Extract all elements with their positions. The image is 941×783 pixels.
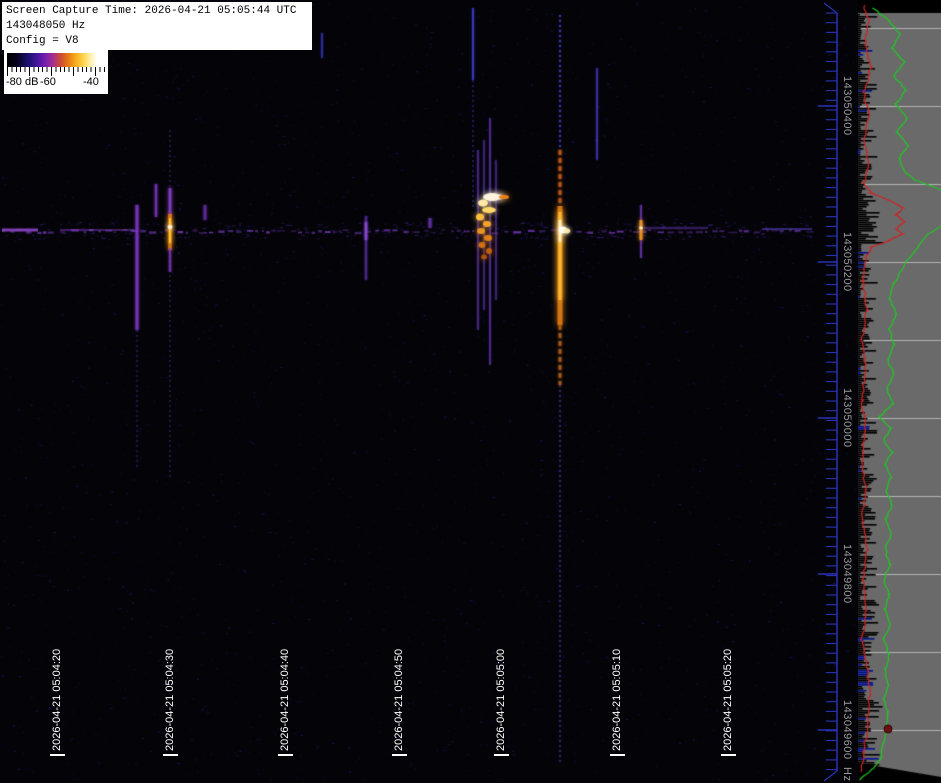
color-scale-legend: -80 dB -60 -40 — [4, 50, 108, 94]
freq-axis-label: 143050200 — [841, 232, 853, 292]
time-axis-tick — [610, 754, 625, 756]
time-axis-tick — [163, 754, 178, 756]
time-axis-label: 2026-04-21 05:05:00 — [495, 648, 507, 751]
freq-axis-label: 143050400 — [841, 76, 853, 136]
time-axis-label: 2026-04-21 05:05:10 — [611, 648, 623, 751]
db-label-min: -80 dB — [6, 76, 39, 88]
time-axis-label: 2026-04-21 05:05:20 — [722, 648, 734, 751]
freq-axis-label: 143050000 — [841, 388, 853, 448]
time-axis-tick — [50, 754, 65, 756]
spectrum-panel-canvas — [858, 0, 941, 783]
time-axis-label: 2026-04-21 05:04:20 — [51, 648, 63, 751]
color-gradient-bar — [7, 53, 105, 67]
capture-time-text: Screen Capture Time: 2026-04-21 05:05:44… — [6, 5, 297, 17]
time-axis-label: 2026-04-21 05:04:30 — [164, 648, 176, 751]
capture-info-box: Screen Capture Time: 2026-04-21 05:05:44… — [2, 2, 312, 50]
db-label-max: -40 — [83, 76, 99, 88]
freq-axis-unit: Hz — [841, 766, 853, 782]
time-axis-tick — [494, 754, 509, 756]
time-axis-tick — [721, 754, 736, 756]
time-axis-tick — [392, 754, 407, 756]
capture-config-text: Config = V8 — [6, 35, 79, 47]
color-scale-ruler — [7, 67, 105, 76]
time-axis-label: 2026-04-21 05:04:40 — [279, 648, 291, 751]
time-axis-tick — [278, 754, 293, 756]
time-axis-label: 2026-04-21 05:04:50 — [393, 648, 405, 751]
db-label-mid: -60 — [40, 76, 56, 88]
capture-frequency-text: 143048050 Hz — [6, 20, 86, 32]
freq-axis-label: 143049800 — [841, 544, 853, 604]
spectrogram-screen-capture: 143050400 143050200 143050000 143049800 1430… — [0, 0, 941, 783]
